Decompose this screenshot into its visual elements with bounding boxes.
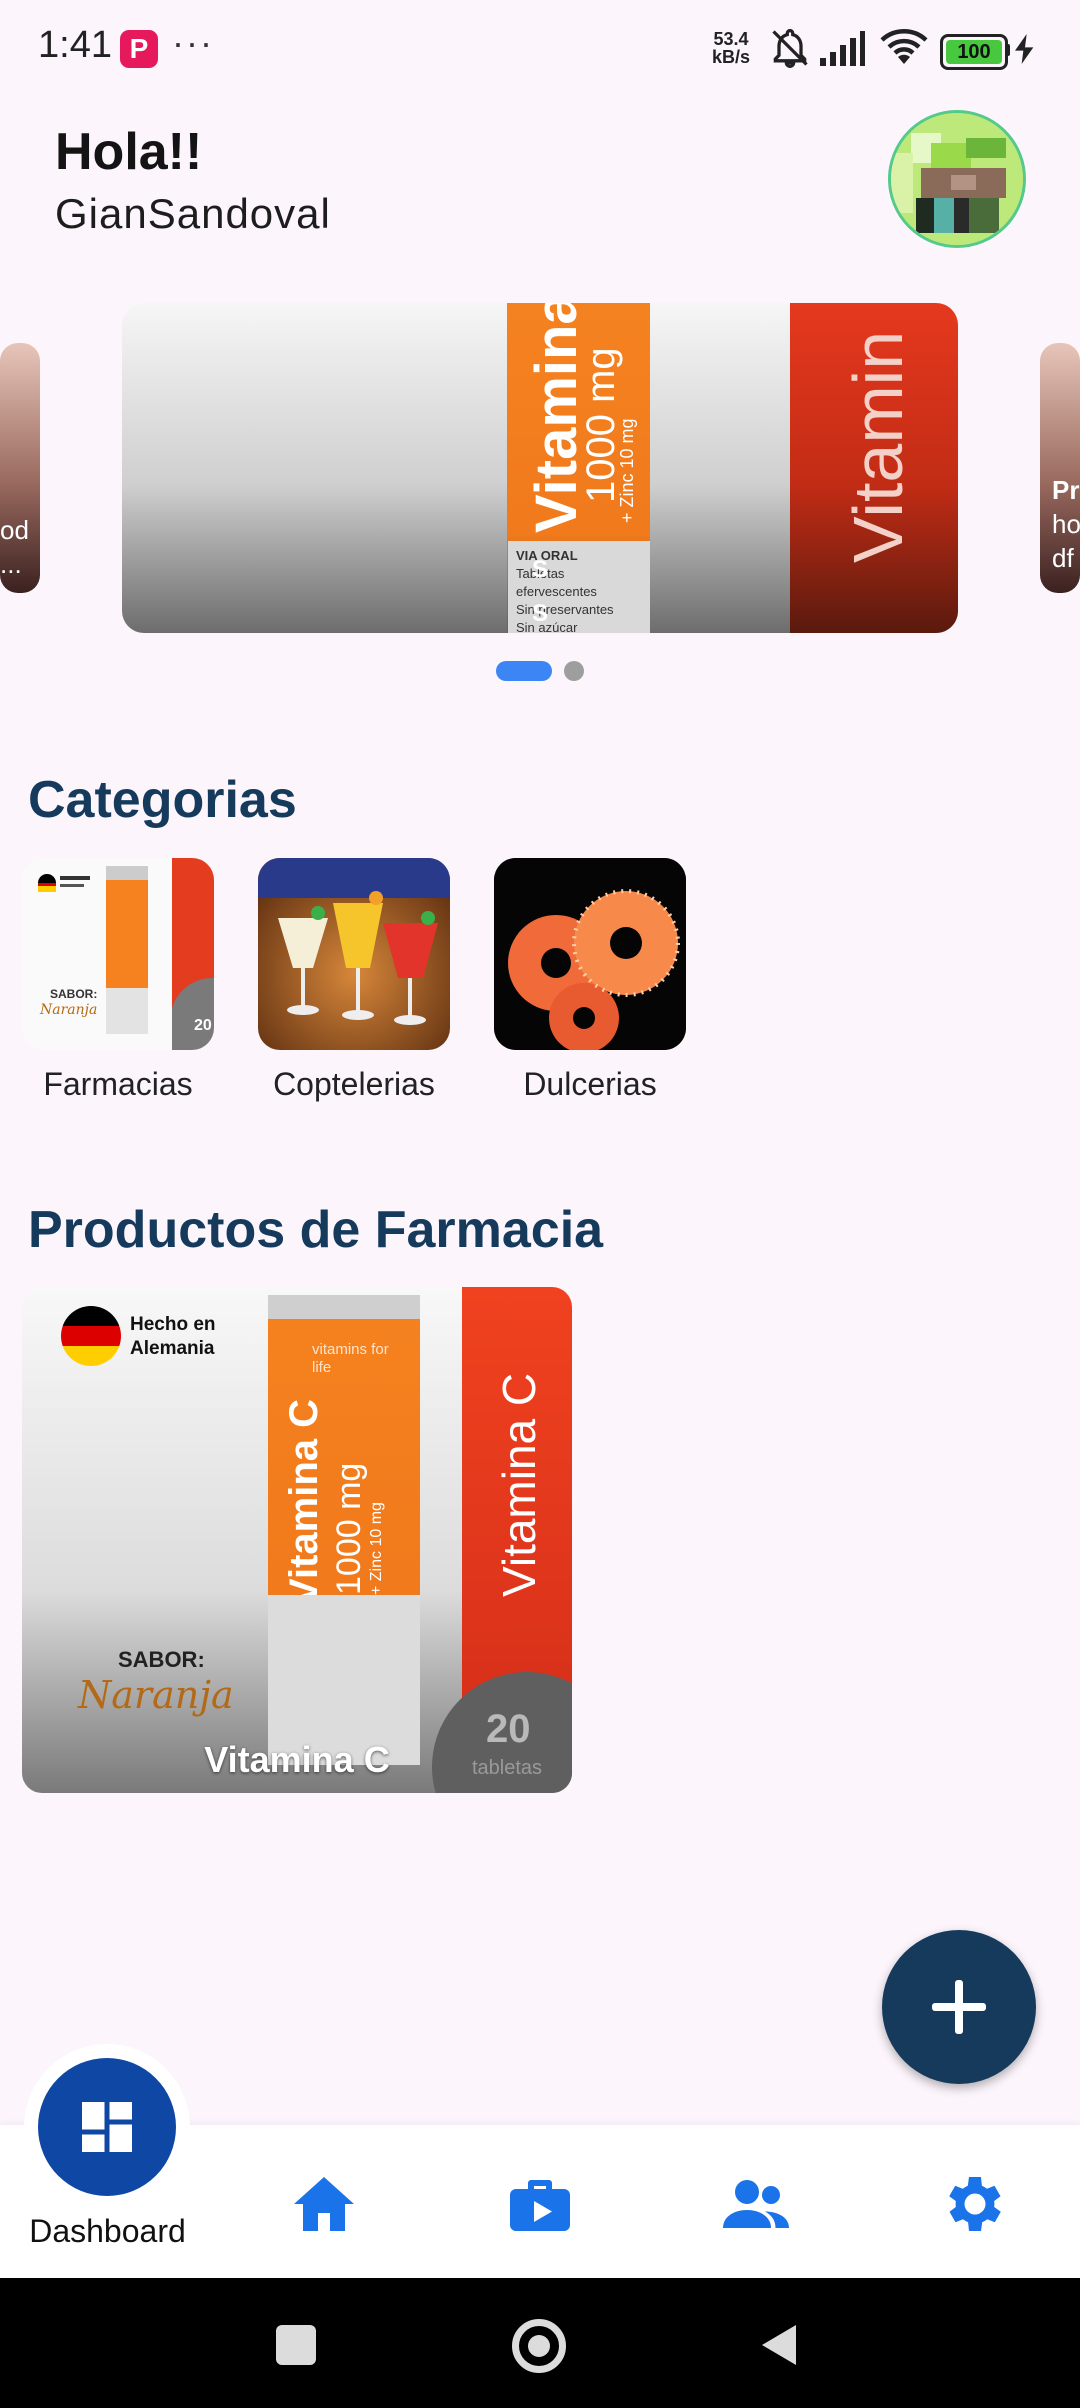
germany-flag-icon (61, 1306, 121, 1366)
flavor-label: SABOR: (118, 1647, 205, 1672)
status-time: 1:41 (38, 24, 112, 66)
slide-overlay-text: S S (532, 556, 549, 627)
back-button[interactable] (756, 2320, 802, 2370)
carousel-indicator-active[interactable] (496, 661, 552, 681)
people-icon[interactable] (720, 2168, 792, 2240)
product-name: Vitamina C (204, 1739, 390, 1780)
gummies-icon (494, 858, 686, 1050)
svg-text:Naranja: Naranja (39, 1002, 97, 1018)
tube-label: VIA ORAL Tabletas efervescentes Sin pres… (508, 541, 650, 633)
product-band: Vitamin (790, 303, 958, 633)
carousel-slide-prev[interactable]: od ... (0, 343, 40, 593)
category-image-dulcerias[interactable] (494, 858, 686, 1050)
category-label-farmacias[interactable]: Farmacias (8, 1066, 228, 1103)
avatar[interactable] (888, 110, 1026, 248)
charging-icon (1015, 34, 1034, 64)
bell-off-icon (772, 29, 808, 68)
battery-indicator: 100 (940, 34, 1008, 70)
greeting-title: Hola!! (55, 123, 203, 181)
carousel-indicator[interactable] (564, 661, 584, 681)
home-system-button[interactable] (512, 2319, 566, 2373)
carousel-slide-next[interactable]: Pr ho df (1040, 343, 1080, 593)
recents-button[interactable] (276, 2325, 316, 2365)
categories-title: Categorias (28, 771, 297, 829)
category-label-coptelerias[interactable]: Coptelerias (244, 1066, 464, 1103)
pixel-avatar-icon (891, 113, 1023, 245)
slide-prev-text: od ... (0, 515, 29, 579)
more-notifications-icon: ··· (172, 22, 214, 63)
status-bar: 1:41 P ··· 53.4 kB/s 100 (0, 0, 1080, 96)
vitamin-tube-icon: SABOR: Naranja 20 (22, 858, 214, 1050)
username-label: GianSandoval (55, 190, 331, 237)
category-label-dulcerias[interactable]: Dulcerias (480, 1066, 700, 1103)
system-navigation-bar (0, 2278, 1080, 2408)
slide-next-text: Pr ho df (1052, 475, 1080, 573)
dashboard-button[interactable] (38, 2058, 176, 2196)
network-speed: 53.4 kB/s (712, 29, 751, 67)
briefcase-play-icon[interactable] (504, 2168, 576, 2240)
made-in-label: Hecho en Alemania (130, 1314, 216, 1359)
home-icon[interactable] (288, 2168, 360, 2240)
add-fab-button[interactable] (882, 1930, 1036, 2084)
app-notification-icon: P (120, 30, 158, 68)
signal-icon (820, 31, 865, 66)
category-image-coptelerias[interactable] (258, 858, 450, 1050)
dashboard-icon (82, 2102, 132, 2152)
svg-text:SABOR:: SABOR: (50, 987, 97, 1001)
svg-text:20: 20 (194, 1017, 212, 1034)
dashboard-label: Dashboard (29, 2213, 186, 2249)
plus-icon (932, 1980, 986, 2034)
products-title: Productos de Farmacia (28, 1201, 604, 1259)
gear-icon[interactable] (936, 2168, 1008, 2240)
category-image-farmacias[interactable]: SABOR: Naranja 20 (22, 858, 214, 1050)
product-card-vitamina-c[interactable]: Hecho en Alemania vitamins for life Vita… (22, 1287, 572, 1793)
cocktails-icon (258, 858, 450, 1050)
wifi-icon (880, 29, 928, 64)
product-tube: vitamins for life Vitamina C 1000 mg + Z… (268, 1295, 420, 1765)
product-band: Vitamina C (462, 1287, 572, 1707)
flavor-value: Naranja (78, 1673, 234, 1717)
carousel-slide-current[interactable]: Vitamina 1000 mg + Zinc 10 mg VIA ORAL T… (122, 303, 958, 633)
